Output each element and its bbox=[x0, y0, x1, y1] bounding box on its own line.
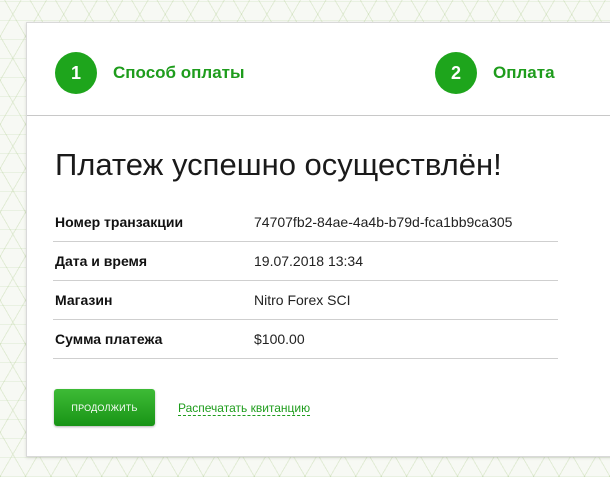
print-receipt-link[interactable]: Распечатать квитанцию bbox=[178, 401, 311, 416]
transaction-details: Номер транзакции 74707fb2-84ae-4a4b-b79d… bbox=[53, 203, 558, 359]
detail-row-amount: Сумма платежа $100.00 bbox=[53, 320, 558, 359]
header-divider bbox=[27, 115, 610, 116]
detail-label: Номер транзакции bbox=[55, 214, 184, 230]
payment-card: 1 Способ оплаты 2 Оплата Платеж успешно … bbox=[26, 22, 610, 457]
step-payment: 2 Оплата bbox=[435, 52, 555, 94]
step-number-badge: 1 bbox=[55, 52, 97, 94]
detail-value: 74707fb2-84ae-4a4b-b79d-fca1bb9ca305 bbox=[254, 214, 513, 230]
step-label: Оплата bbox=[493, 63, 555, 82]
detail-value: $100.00 bbox=[254, 331, 305, 347]
step-payment-method: 1 Способ оплаты bbox=[55, 52, 245, 94]
page-title: Платеж успешно осуществлён! bbox=[55, 147, 502, 182]
detail-label: Дата и время bbox=[55, 253, 148, 269]
continue-button[interactable]: ПРОДОЛЖИТЬ bbox=[54, 389, 155, 426]
detail-label: Сумма платежа bbox=[55, 331, 163, 347]
detail-value: Nitro Forex SCI bbox=[254, 292, 351, 308]
detail-row-shop: Магазин Nitro Forex SCI bbox=[53, 281, 558, 320]
detail-label: Магазин bbox=[55, 292, 113, 308]
detail-row-transaction-id: Номер транзакции 74707fb2-84ae-4a4b-b79d… bbox=[53, 203, 558, 242]
detail-row-date-time: Дата и время 19.07.2018 13:34 bbox=[53, 242, 558, 281]
detail-value: 19.07.2018 13:34 bbox=[254, 253, 363, 269]
step-number-badge: 2 bbox=[435, 52, 477, 94]
step-label: Способ оплаты bbox=[113, 63, 245, 82]
